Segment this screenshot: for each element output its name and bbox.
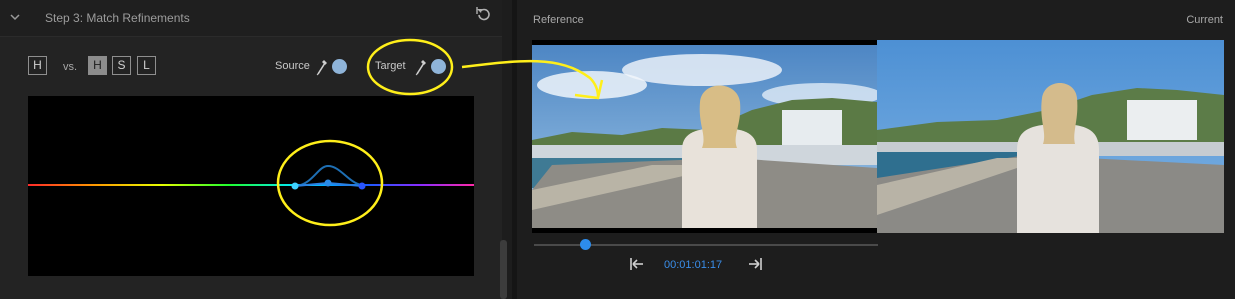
panel-scrollbar[interactable] bbox=[500, 240, 507, 299]
source-eyedropper-icon[interactable] bbox=[315, 58, 329, 76]
comparison-view: Reference Current 00:01:01:17 bbox=[517, 0, 1235, 299]
section-header[interactable]: Step 3: Match Refinements bbox=[0, 0, 502, 37]
target-color-swatch[interactable] bbox=[431, 59, 446, 74]
reference-video-image bbox=[532, 40, 877, 233]
curve-point-right bbox=[358, 182, 366, 190]
hue-mode-button[interactable]: H bbox=[28, 56, 47, 75]
section-title: Step 3: Match Refinements bbox=[45, 11, 190, 25]
current-label: Current bbox=[1186, 14, 1223, 26]
vs-label: vs. bbox=[63, 61, 78, 73]
current-video-image bbox=[877, 40, 1224, 233]
hue-compare-button[interactable]: H bbox=[88, 56, 107, 75]
step-back-icon[interactable] bbox=[629, 257, 645, 271]
reset-icon[interactable] bbox=[476, 6, 490, 22]
luminance-compare-button[interactable]: L bbox=[137, 56, 156, 75]
playhead[interactable] bbox=[580, 239, 591, 250]
step-forward-icon[interactable] bbox=[747, 257, 763, 271]
chevron-down-icon[interactable] bbox=[8, 10, 22, 24]
current-frame[interactable] bbox=[877, 40, 1224, 233]
source-color-swatch[interactable] bbox=[332, 59, 347, 74]
reference-frame[interactable] bbox=[532, 40, 877, 233]
timecode[interactable]: 00:01:01:17 bbox=[664, 259, 722, 271]
hue-spectrum-line bbox=[28, 184, 474, 186]
curve-point-left bbox=[291, 182, 299, 190]
match-refinements-panel: Step 3: Match Refinements H vs. H S L So… bbox=[0, 0, 507, 299]
saturation-compare-button[interactable]: S bbox=[112, 56, 131, 75]
hue-curve-editor[interactable] bbox=[28, 96, 474, 276]
hue-curve-graph[interactable] bbox=[28, 96, 474, 276]
source-label: Source bbox=[275, 60, 310, 72]
target-eyedropper-icon[interactable] bbox=[414, 58, 428, 76]
reference-label: Reference bbox=[533, 14, 584, 26]
target-label: Target bbox=[375, 60, 406, 72]
curve-point-center bbox=[324, 179, 332, 187]
